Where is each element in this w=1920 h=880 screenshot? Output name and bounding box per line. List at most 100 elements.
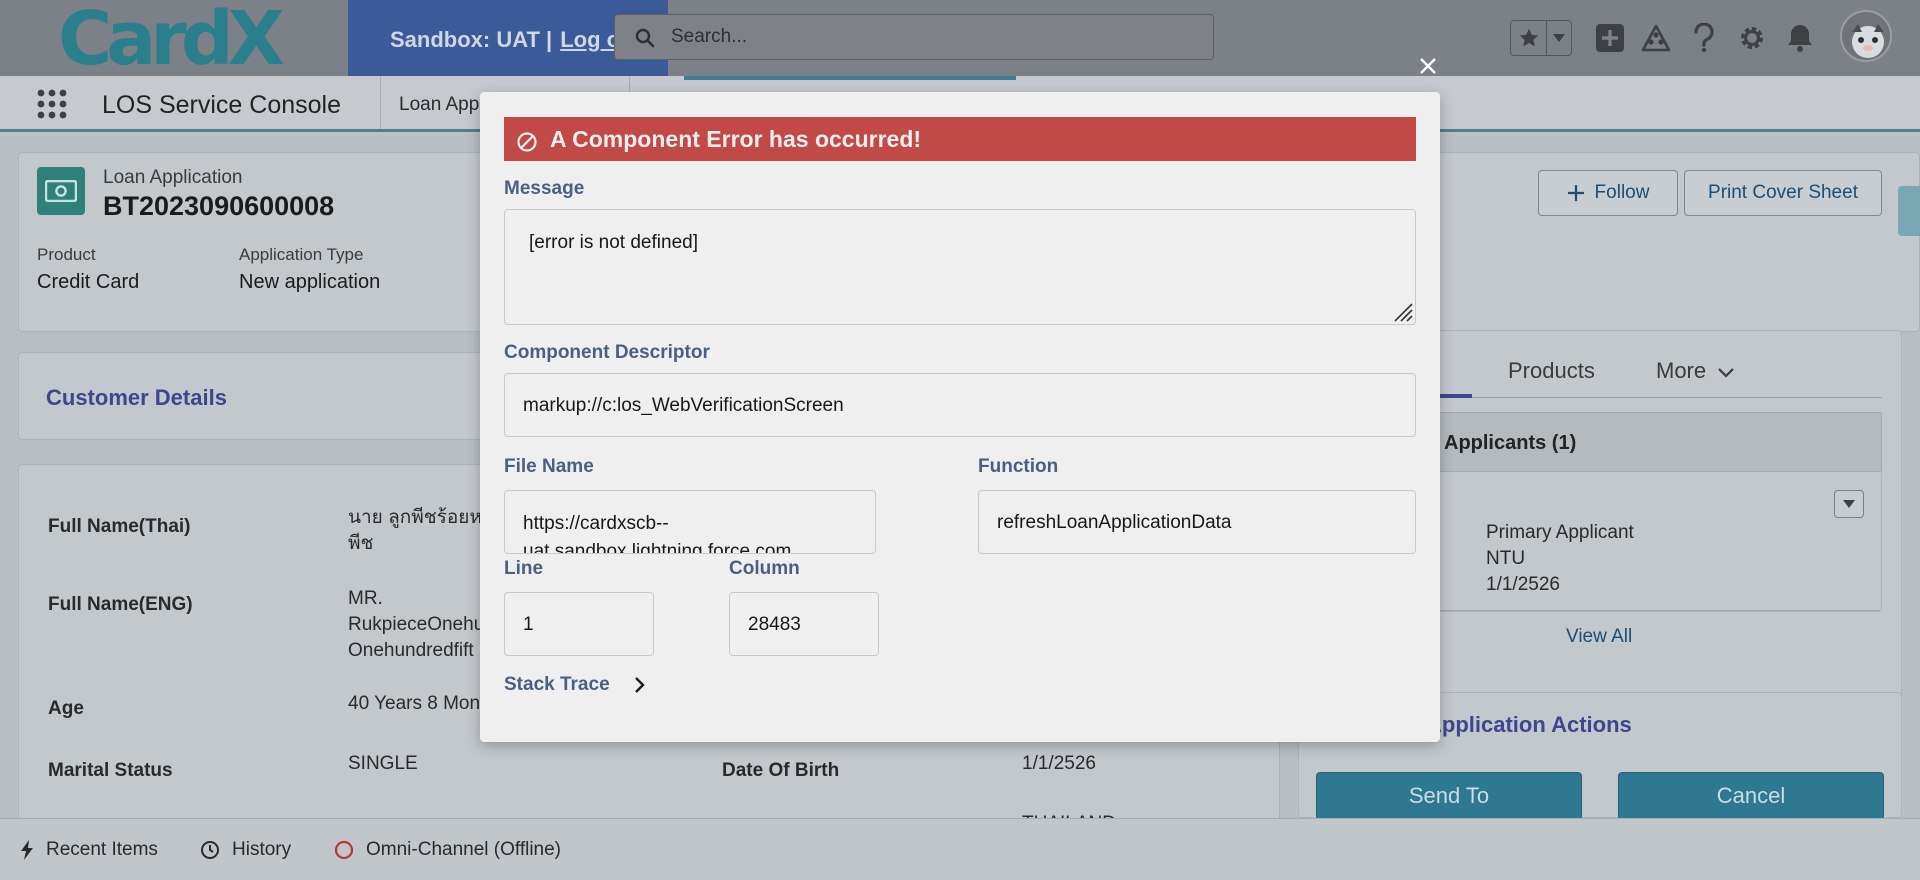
logout-link[interactable]: Log o bbox=[560, 27, 620, 52]
applicant-tile bbox=[1404, 472, 1882, 612]
user-avatar[interactable] bbox=[1840, 10, 1892, 62]
app-name: LOS Service Console bbox=[102, 91, 342, 119]
setup-button[interactable] bbox=[1734, 18, 1770, 58]
applicant-details: Primary Applicant NTU 1/1/2526 bbox=[1486, 520, 1634, 598]
app-launcher-icon[interactable] bbox=[36, 88, 68, 120]
utility-panel-toggle[interactable] bbox=[1898, 186, 1920, 236]
file-name-value: https://cardxscb-- uat.sandbox.lightning… bbox=[523, 510, 792, 554]
date-of-birth-label: Date Of Birth bbox=[722, 760, 840, 781]
application-type-label: Application Type bbox=[239, 245, 364, 264]
column-label: Column bbox=[729, 558, 800, 579]
chevron-down-icon bbox=[1718, 368, 1735, 378]
stack-trace-label: Stack Trace bbox=[504, 674, 610, 695]
tab-more-label: More bbox=[1656, 358, 1707, 383]
applicant-role: Primary Applicant bbox=[1486, 522, 1634, 543]
resize-handle-icon[interactable] bbox=[1391, 300, 1413, 322]
recent-items-label: Recent Items bbox=[46, 839, 158, 860]
marital-status-value: SINGLE bbox=[348, 753, 418, 774]
line-label: Line bbox=[504, 558, 544, 579]
offline-status-icon bbox=[334, 840, 354, 860]
help-icon bbox=[1694, 23, 1714, 53]
console-tab-label: Loan Appl bbox=[399, 94, 484, 115]
global-search[interactable] bbox=[614, 14, 1214, 60]
sandbox-name: Sandbox: UAT | bbox=[390, 27, 553, 52]
trailhead-icon bbox=[1641, 24, 1671, 52]
full-name-eng-line-1: MR. bbox=[348, 588, 383, 609]
history-label: History bbox=[232, 839, 292, 860]
modal-close-button[interactable] bbox=[1414, 52, 1442, 80]
divider bbox=[1405, 610, 1881, 611]
full-name-thai-label: Full Name(Thai) bbox=[48, 516, 191, 537]
full-name-eng-label: Full Name(ENG) bbox=[48, 594, 193, 615]
close-icon bbox=[1420, 58, 1436, 74]
age-value: 40 Years 8 Mon bbox=[348, 693, 481, 714]
logo-text: CardX bbox=[58, 6, 284, 70]
help-button[interactable] bbox=[1686, 18, 1722, 58]
follow-label: Follow bbox=[1594, 182, 1650, 203]
application-actions-title: Application Actions bbox=[1426, 712, 1632, 737]
print-cover-sheet-label: Print Cover Sheet bbox=[1708, 182, 1858, 203]
ban-icon bbox=[517, 132, 537, 152]
lightning-icon bbox=[21, 840, 33, 860]
omni-channel-label: Omni-Channel (Offline) bbox=[366, 839, 562, 860]
notifications-button[interactable] bbox=[1782, 18, 1818, 58]
utility-recent-items[interactable]: Recent Items bbox=[20, 839, 158, 861]
tab-products[interactable]: Products bbox=[1508, 358, 1595, 384]
global-actions-button[interactable] bbox=[1592, 18, 1628, 58]
follow-button[interactable]: Follow bbox=[1538, 170, 1678, 216]
loan-application-icon bbox=[37, 167, 85, 215]
component-error-modal: A Component Error has occurred! Message … bbox=[480, 92, 1440, 742]
applicant-date: 1/1/2526 bbox=[1486, 574, 1560, 595]
stack-trace-toggle[interactable]: Stack Trace bbox=[504, 674, 646, 696]
sandbox-label: Sandbox: UAT | Log o bbox=[390, 27, 620, 53]
add-icon bbox=[1596, 24, 1624, 52]
gear-icon bbox=[1741, 27, 1763, 49]
chevron-right-icon bbox=[634, 677, 645, 693]
line-field[interactable]: 1 bbox=[504, 592, 654, 656]
component-descriptor-field[interactable]: markup://c:los_WebVerificationScreen bbox=[504, 373, 1416, 437]
cardx-logo[interactable]: CardX bbox=[58, 6, 290, 70]
applicant-row-actions-button[interactable] bbox=[1834, 490, 1864, 518]
date-of-birth-value: 1/1/2526 bbox=[1022, 753, 1096, 774]
function-value: refreshLoanApplicationData bbox=[997, 512, 1232, 533]
column-field[interactable]: 28483 bbox=[729, 592, 879, 656]
full-name-thai-value: นาย ลูกพีชร้อยห พีช bbox=[348, 505, 482, 557]
astro-avatar-icon bbox=[1852, 24, 1884, 58]
send-to-button[interactable]: Send To bbox=[1316, 772, 1582, 820]
line-value: 1 bbox=[523, 614, 534, 635]
application-type-value: New application bbox=[239, 271, 381, 293]
favorites-list-button[interactable] bbox=[1547, 21, 1571, 55]
trailhead-button[interactable] bbox=[1638, 18, 1674, 58]
component-descriptor-value: markup://c:los_WebVerificationScreen bbox=[523, 395, 844, 416]
search-icon bbox=[635, 28, 655, 48]
favorites-group bbox=[1510, 20, 1572, 56]
column-value: 28483 bbox=[748, 614, 801, 635]
tab-more[interactable]: More bbox=[1656, 358, 1735, 384]
applicants-title[interactable]: Applicants (1) bbox=[1444, 432, 1576, 455]
record-title: BT2023090600008 bbox=[103, 191, 335, 221]
bell-icon bbox=[1788, 25, 1812, 52]
function-field[interactable]: refreshLoanApplicationData bbox=[978, 490, 1416, 554]
chevron-down-icon bbox=[1843, 500, 1855, 508]
file-name-line-2: uat.sandbox.lightning.force.com bbox=[523, 541, 792, 554]
clock-icon bbox=[201, 841, 219, 859]
utility-history[interactable]: History bbox=[200, 839, 291, 861]
search-input[interactable] bbox=[671, 23, 1191, 51]
message-textarea[interactable]: [error is not defined] bbox=[504, 209, 1416, 325]
full-name-eng-line-3: Onehundredfift bbox=[348, 640, 474, 661]
plus-icon bbox=[1567, 185, 1584, 201]
utility-omni-channel[interactable]: Omni-Channel (Offline) bbox=[334, 839, 561, 861]
related-tabset: ts Products More bbox=[1400, 352, 1882, 398]
full-name-eng-value: MR. RukpieceOnehu Onehundredfift bbox=[348, 586, 484, 664]
print-cover-sheet-button[interactable]: Print Cover Sheet bbox=[1684, 170, 1882, 216]
chevron-down-icon bbox=[1553, 34, 1565, 42]
view-all-link[interactable]: View All bbox=[1566, 626, 1632, 648]
component-descriptor-label: Component Descriptor bbox=[504, 342, 710, 363]
customer-details-title: Customer Details bbox=[46, 385, 227, 410]
cancel-button[interactable]: Cancel bbox=[1618, 772, 1884, 820]
error-banner: A Component Error has occurred! bbox=[504, 117, 1416, 161]
applicant-status: NTU bbox=[1486, 548, 1526, 569]
favorites-star-button[interactable] bbox=[1511, 21, 1547, 55]
global-header: CardX Sandbox: UAT | Log o bbox=[0, 0, 1920, 76]
file-name-field[interactable]: https://cardxscb-- uat.sandbox.lightning… bbox=[504, 490, 876, 554]
